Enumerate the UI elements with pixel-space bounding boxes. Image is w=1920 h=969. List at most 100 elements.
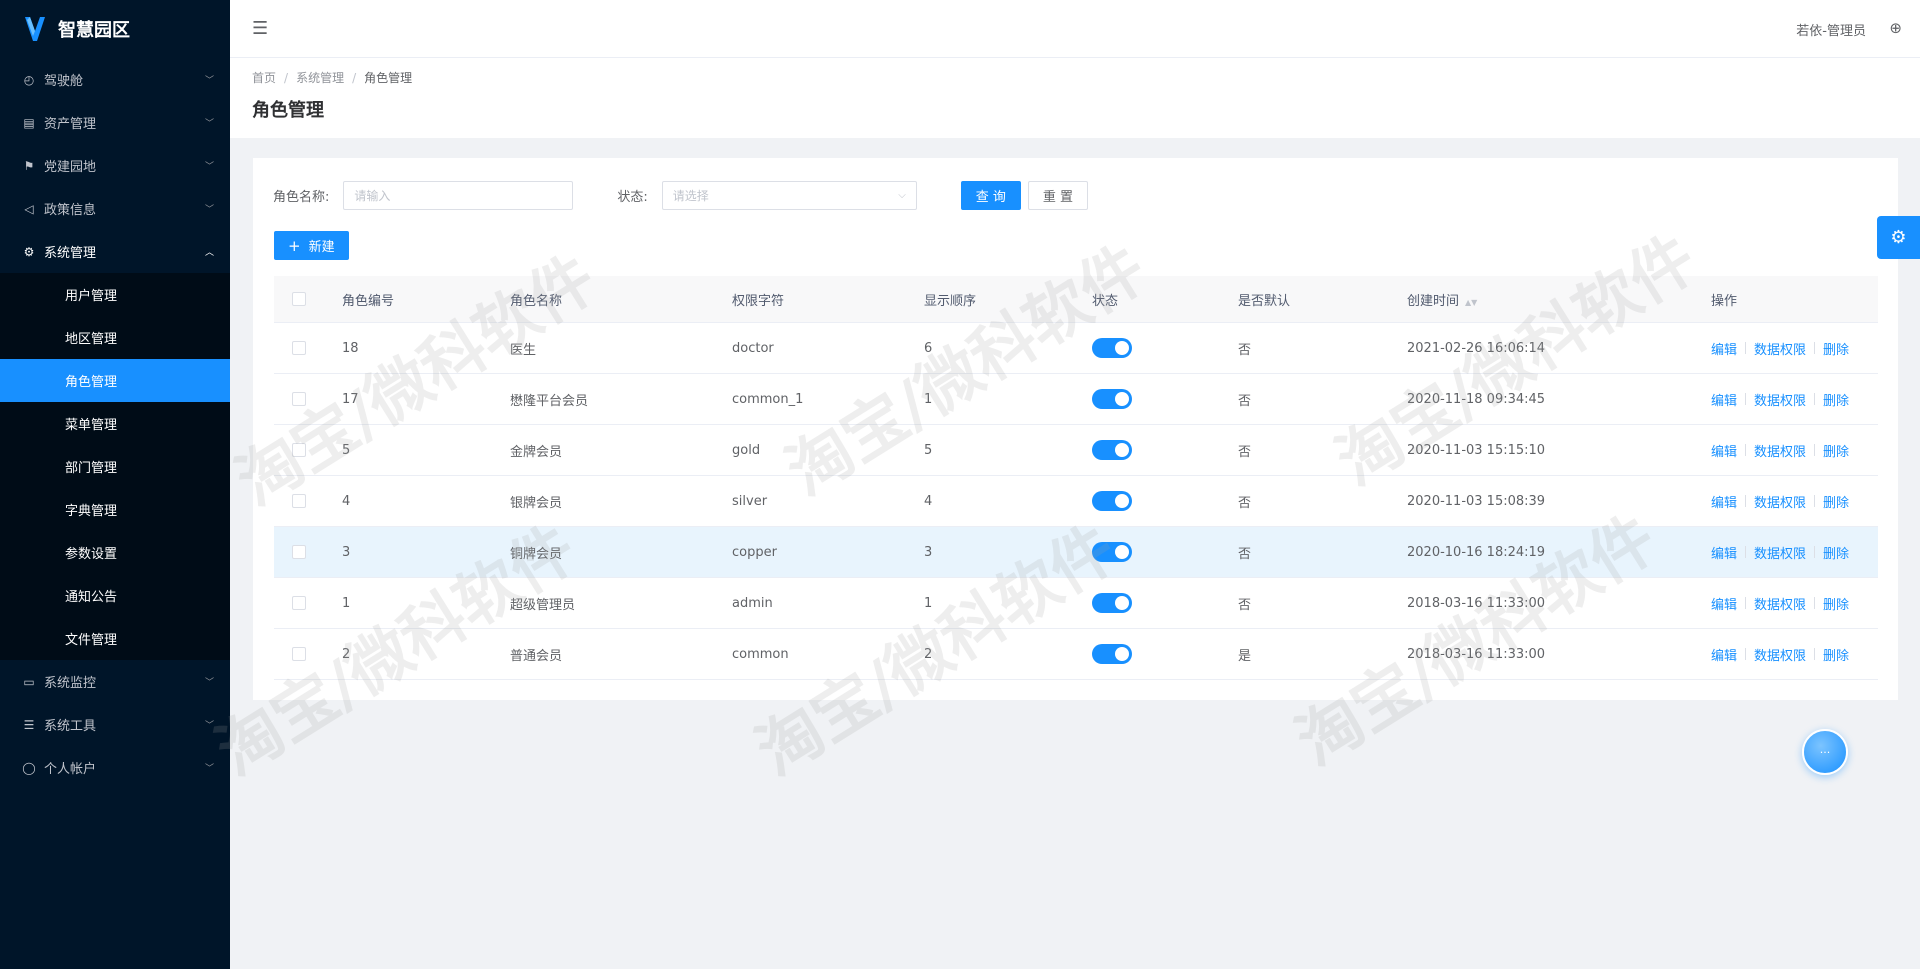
row-checkbox[interactable] [292, 596, 306, 610]
data-permission-link[interactable]: 数据权限 [1754, 543, 1806, 562]
sidebar-item-7[interactable]: ◯ 个人帐户 ﹀ [0, 746, 230, 789]
cell-role-id: 3 [342, 544, 351, 560]
delete-link[interactable]: 删除 [1823, 594, 1849, 613]
reset-button[interactable]: 重 置 [1027, 180, 1089, 210]
status-switch[interactable] [1092, 644, 1132, 664]
switch-knob [1115, 596, 1129, 610]
sidebar-subitem-7[interactable]: 通知公告 [0, 574, 230, 617]
logo[interactable]: 智慧园区 [0, 0, 230, 58]
role-name-input[interactable]: 请输入 [343, 180, 574, 210]
sidebar-item-label: 系统监控 [44, 676, 97, 691]
edit-link[interactable]: 编辑 [1711, 645, 1737, 664]
data-permission-link[interactable]: 数据权限 [1754, 645, 1806, 664]
new-role-button[interactable]: + 新建 [274, 231, 349, 260]
table-row[interactable]: 5 金牌会员 gold 5 否 2020-11-03 15:15:10 编辑 数据权限 删除 [274, 425, 1878, 476]
sidebar-subitem-1[interactable]: 地区管理 [0, 316, 230, 359]
data-permission-link[interactable]: 数据权限 [1754, 390, 1806, 409]
cell-display-order: 1 [924, 595, 933, 611]
cell-role-id: 5 [342, 442, 351, 458]
sidebar-item-0[interactable]: ◴ 驾驶舱 ﹀ [0, 58, 230, 101]
sidebar-subitem-0[interactable]: 用户管理 [0, 273, 230, 316]
action-divider [1814, 597, 1816, 609]
col-created-time[interactable]: 创建时间 ▲▼ [1407, 290, 1711, 309]
delete-link[interactable]: 删除 [1823, 492, 1849, 511]
status-select[interactable]: 请选择 ⌵ [661, 180, 917, 210]
sidebar-item-5[interactable]: ▭ 系统监控 ﹀ [0, 660, 230, 703]
table-row[interactable]: 1 超级管理员 admin 1 否 2018-03-16 11:33:00 编辑 数据权限 删除 [274, 578, 1878, 629]
data-permission-link[interactable]: 数据权限 [1754, 492, 1806, 511]
status-switch[interactable] [1092, 440, 1132, 460]
sidebar-subitem-3[interactable]: 菜单管理 [0, 402, 230, 445]
sidebar-item-6[interactable]: ☰ 系统工具 ﹀ [0, 703, 230, 746]
delete-link[interactable]: 删除 [1823, 645, 1849, 664]
chevron-down-icon: ﹀ [204, 205, 214, 215]
user-icon: ◯ [22, 760, 36, 775]
status-switch[interactable] [1092, 491, 1132, 511]
edit-link[interactable]: 编辑 [1711, 594, 1737, 613]
sidebar-item-4[interactable]: ⚙ 系统管理 ︿ [0, 230, 230, 273]
action-divider [1745, 546, 1747, 558]
edit-link[interactable]: 编辑 [1711, 543, 1737, 562]
sidebar-item-3[interactable]: ◁ 政策信息 ﹀ [0, 187, 230, 230]
page-title: 角色管理 [252, 100, 324, 121]
breadcrumb-system[interactable]: 系统管理 [296, 71, 344, 85]
action-divider [1745, 342, 1747, 354]
sort-icon[interactable]: ▲▼ [1465, 298, 1477, 307]
select-all-checkbox[interactable] [292, 292, 306, 306]
delete-link[interactable]: 删除 [1823, 441, 1849, 460]
data-permission-link[interactable]: 数据权限 [1754, 441, 1806, 460]
delete-link[interactable]: 删除 [1823, 543, 1849, 562]
table-row[interactable]: 18 医生 doctor 6 否 2021-02-26 16:06:14 编辑 数据权限 删除 [274, 323, 1878, 374]
table-row[interactable]: 17 懋隆平台会员 common_1 1 否 2020-11-18 09:34:45 编辑数… [274, 374, 1878, 425]
table-header-row: 角色编号 角色名称 权限字符 显示顺序 状态 是否默认 创建时间 ▲▼ 操作 [274, 276, 1878, 323]
sidebar-item-2[interactable]: ⚑ 党建园地 ﹀ [0, 144, 230, 187]
globe-icon[interactable]: ⊕ [1889, 19, 1902, 37]
delete-link[interactable]: 删除 [1823, 339, 1849, 358]
sidebar-item-label: 政策信息 [44, 203, 97, 218]
table-row[interactable]: 2 普通会员 common 2 是 2018-03-16 11:33:00 编辑 数据权限 删除 [274, 629, 1878, 680]
search-form: 角色名称: 请输入 状态: 请选择 ⌵ 查 询 重 置 [273, 180, 1089, 210]
edit-link[interactable]: 编辑 [1711, 339, 1737, 358]
chevron-down-icon: ﹀ [204, 764, 214, 774]
row-checkbox[interactable] [292, 392, 306, 406]
monitor-icon: ▭ [23, 674, 35, 689]
cell-created-time: 2021-02-26 16:06:14 [1407, 340, 1546, 356]
edit-link[interactable]: 编辑 [1711, 390, 1737, 409]
breadcrumb-home[interactable]: 首页 [252, 71, 276, 85]
cell-display-order: 1 [924, 391, 933, 407]
sidebar-item-1[interactable]: ▤ 资产管理 ﹀ [0, 101, 230, 144]
data-permission-link[interactable]: 数据权限 [1754, 339, 1806, 358]
sidebar-subitem-6[interactable]: 参数设置 [0, 531, 230, 574]
data-permission-link[interactable]: 数据权限 [1754, 594, 1806, 613]
sidebar-subitem-4[interactable]: 部门管理 [0, 445, 230, 488]
table-row[interactable]: 3 铜牌会员 copper 3 否 2020-10-16 18:24:19 编辑 数据权限 删除 [274, 527, 1878, 578]
cell-created-time: 2020-10-16 18:24:19 [1407, 544, 1546, 560]
sidebar-subitem-5[interactable]: 字典管理 [0, 488, 230, 531]
status-switch[interactable] [1092, 338, 1132, 358]
row-checkbox[interactable] [292, 545, 306, 559]
row-checkbox[interactable] [292, 341, 306, 355]
top-header: ☰ 若依-管理员 ⊕ [230, 0, 1920, 58]
sidebar-subitem-2[interactable]: 角色管理 [0, 359, 230, 402]
query-button[interactable]: 查 询 [960, 180, 1021, 210]
row-checkbox-cell [274, 596, 342, 610]
delete-link[interactable]: 删除 [1823, 390, 1849, 409]
row-checkbox[interactable] [292, 443, 306, 457]
status-switch[interactable] [1092, 542, 1132, 562]
floating-assistant-icon[interactable]: ··· [1802, 729, 1848, 775]
new-role-label: 新建 [308, 240, 335, 255]
status-switch[interactable] [1092, 593, 1132, 613]
cell-status [1092, 542, 1238, 562]
menu-fold-icon[interactable]: ☰ [252, 20, 268, 38]
col-actions: 操作 [1711, 293, 1738, 309]
user-name[interactable]: 若依-管理员 [1796, 20, 1866, 39]
status-switch[interactable] [1092, 389, 1132, 409]
settings-gear-icon[interactable]: ⚙ [1877, 216, 1920, 259]
cell-created-time: 2018-03-16 11:33:00 [1407, 595, 1546, 611]
edit-link[interactable]: 编辑 [1711, 492, 1737, 511]
table-row[interactable]: 4 银牌会员 silver 4 否 2020-11-03 15:08:39 编辑 数据权限 删除 [274, 476, 1878, 527]
sidebar-subitem-8[interactable]: 文件管理 [0, 617, 230, 660]
edit-link[interactable]: 编辑 [1711, 441, 1737, 460]
row-checkbox[interactable] [292, 647, 306, 661]
row-checkbox[interactable] [292, 494, 306, 508]
